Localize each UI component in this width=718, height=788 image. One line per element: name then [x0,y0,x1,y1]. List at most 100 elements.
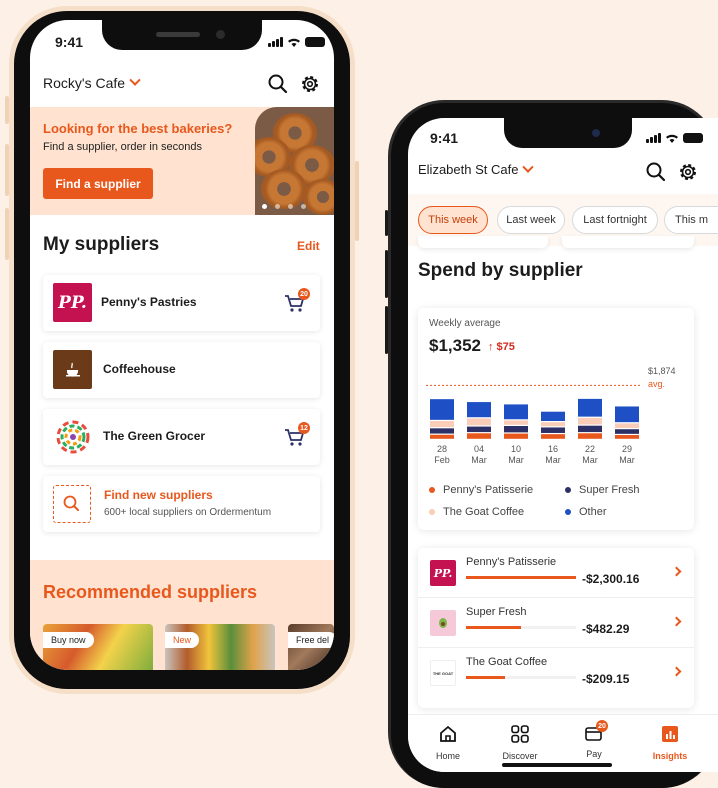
find-supplier-button[interactable]: Find a supplier [43,168,153,199]
recommended-title: Recommended suppliers [43,582,258,602]
bar-segment [578,433,602,439]
bar-segment [467,418,491,426]
wifi-icon [666,134,678,143]
edit-link[interactable]: Edit [297,239,320,253]
status-time: 9:41 [55,34,84,50]
supplier-card-pennys-pastries[interactable]: PP. Penny's Pastries 20 [43,275,320,331]
bar-segment [578,417,602,425]
weekly-average-value: $1,352 [429,336,481,355]
bar-segment [615,423,639,429]
x-tick-label-month: Mar [545,455,561,465]
bar-segment [504,420,528,425]
legend-item: The Goat Coffee [429,506,524,518]
carousel-dots[interactable] [262,204,306,209]
volume-down-button [5,208,9,260]
bagels-image [255,107,334,215]
average-label: avg. [648,379,666,389]
chip-this-week[interactable]: This week [418,206,488,234]
banner-subtitle: Find a supplier, order in seconds [43,141,202,153]
pennys-patisserie-logo: PP. [430,560,456,586]
front-camera [592,129,600,137]
tab-label: Pay [586,749,602,759]
chip-this-month[interactable]: This m [664,206,718,234]
bar-segment [541,434,565,439]
my-suppliers-title: My suppliers [43,234,160,255]
spend-row-goat-coffee[interactable]: THE GOAT The Goat Coffee -$209.15 [418,648,694,698]
x-tick-label-day: 28 [437,444,447,454]
battery-icon [305,37,325,47]
bar-segment [615,435,639,439]
chevron-right-icon[interactable] [671,666,682,677]
spend-row-pennys-patisserie[interactable]: PP. Penny's Patisserie -$2,300.16 [418,548,694,598]
promo-banner: Looking for the best bakeries? Find a su… [30,107,334,215]
legend-label: Other [579,506,607,518]
battery-icon [683,133,703,143]
gear-icon[interactable] [676,160,700,184]
volume-down-button [385,306,388,354]
legend-dot [565,509,571,516]
search-icon[interactable] [266,72,290,96]
bar-segment [504,433,528,439]
tab-home[interactable]: Home [418,723,478,761]
bar-segment [467,402,491,418]
tab-label: Discover [502,751,538,761]
volume-up-button [385,250,388,298]
recommended-tag: Buy now [43,632,94,648]
spend-bar-track [466,676,576,679]
average-value-label: $1,874 [648,366,676,376]
chevron-right-icon[interactable] [671,566,682,577]
super-fresh-logo [430,610,456,636]
supplier-spend-list: PP. Penny's Patisserie -$2,300.16 Super … [418,548,694,708]
venue-selector[interactable]: Elizabeth St Cafe [418,161,535,177]
chevron-right-icon[interactable] [671,616,682,627]
legend-item: Super Fresh [565,484,640,496]
chip-last-fortnight[interactable]: Last fortnight [572,206,658,234]
home-icon [440,725,456,742]
chip-last-week[interactable]: Last week [497,206,565,234]
legend-label: Penny's Patisserie [443,484,534,496]
supplier-card-green-grocer[interactable]: The Green Grocer 12 [43,409,320,465]
coffeehouse-logo [53,350,92,389]
spend-bar [466,676,505,679]
recommended-card-fruit[interactable]: Buy now [43,624,153,670]
mute-switch [5,96,9,124]
recommended-card-juices[interactable]: New [165,624,275,670]
supplier-card-coffeehouse[interactable]: Coffeehouse [43,342,320,398]
legend-label: Super Fresh [579,484,640,496]
spend-row-super-fresh[interactable]: Super Fresh -$482.29 [418,598,694,648]
venue-name: Rocky's Cafe [43,75,126,91]
find-new-suppliers-card[interactable]: Find new suppliers 600+ local suppliers … [43,476,320,532]
legend-item: Other [565,506,607,518]
search-icon [63,495,79,511]
card-edge [562,236,694,248]
cart-badge: 20 [298,288,310,300]
bar-segment [504,426,528,433]
gear-icon[interactable] [298,72,322,96]
search-icon[interactable] [644,160,668,184]
weekly-average-label: Weekly average [429,318,501,329]
x-tick-label-month: Mar [508,455,524,465]
tab-pay[interactable]: 20 Pay [564,720,624,759]
supplier-name: Penny's Patisserie [466,556,557,568]
find-new-title: Find new suppliers [104,488,213,502]
venue-selector[interactable]: Rocky's Cafe [43,74,141,91]
home-indicator [502,763,612,767]
spend-title: Spend by supplier [418,260,583,281]
status-icons [646,133,703,143]
chevron-down-icon [129,74,141,86]
supplier-name: Super Fresh [466,606,527,618]
spend-bar [466,626,521,629]
recommended-card-coffee[interactable]: Free del [288,624,334,670]
bar-segment [615,429,639,434]
tab-discover[interactable]: Discover [490,723,550,761]
x-tick-label-day: 04 [474,444,484,454]
x-tick-label-day: 29 [622,444,632,454]
bar-segment [504,404,528,420]
bar-segment [430,421,454,428]
tab-insights[interactable]: Insights [640,723,700,761]
spend-amount: -$209.15 [582,672,630,686]
bar-segment [467,433,491,439]
phone-left: 9:41 Rocky's Cafe Looking for the best b… [5,6,359,694]
spend-bar-track [466,576,576,579]
supplier-name: The Green Grocer [103,429,206,443]
